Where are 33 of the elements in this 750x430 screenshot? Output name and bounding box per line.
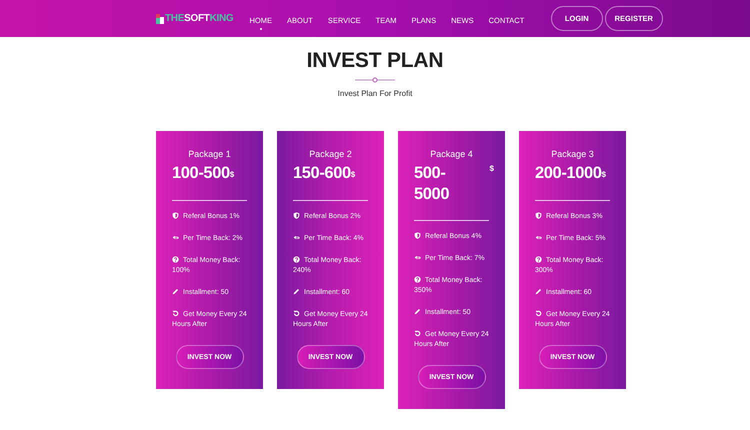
- pencil-icon: [293, 288, 300, 295]
- divider-ornament: [355, 77, 395, 83]
- section-title: INVEST PLAN: [306, 48, 444, 74]
- refresh-icon: [414, 330, 421, 337]
- package-name: Package 3: [550, 149, 595, 159]
- package-name: Package 4: [429, 149, 474, 159]
- logo[interactable]: THESOFTKING: [156, 13, 242, 24]
- shield-icon: [535, 212, 542, 219]
- shield-icon: [293, 212, 300, 219]
- shield-icon: [172, 212, 179, 219]
- refresh-icon: [293, 310, 300, 317]
- refresh-icon: [535, 310, 542, 317]
- price-range: 150-600: [293, 163, 351, 184]
- price-range: 500- 5000: [414, 163, 450, 205]
- question-icon: [293, 256, 300, 263]
- question-icon: [172, 256, 179, 263]
- section-subtitle: Invest Plan For Profit: [338, 89, 412, 98]
- currency-sign: $: [350, 169, 355, 181]
- pencil-icon: [172, 288, 179, 295]
- package-name: Package 1: [187, 149, 232, 159]
- price-range: 200-1000: [535, 163, 602, 184]
- currency-sign: $: [602, 169, 606, 181]
- logo-icon: [156, 14, 164, 24]
- question-icon: [535, 256, 542, 263]
- currency-sign: $: [230, 169, 234, 181]
- shield-icon: [414, 232, 421, 239]
- currency-sign: $: [490, 164, 494, 173]
- pencil-icon: [535, 288, 542, 295]
- question-icon: [414, 276, 421, 283]
- price-range: 100-500: [172, 163, 230, 184]
- refresh-icon: [172, 310, 179, 317]
- package-name: Package 2: [308, 149, 353, 159]
- pencil-icon: [414, 308, 421, 315]
